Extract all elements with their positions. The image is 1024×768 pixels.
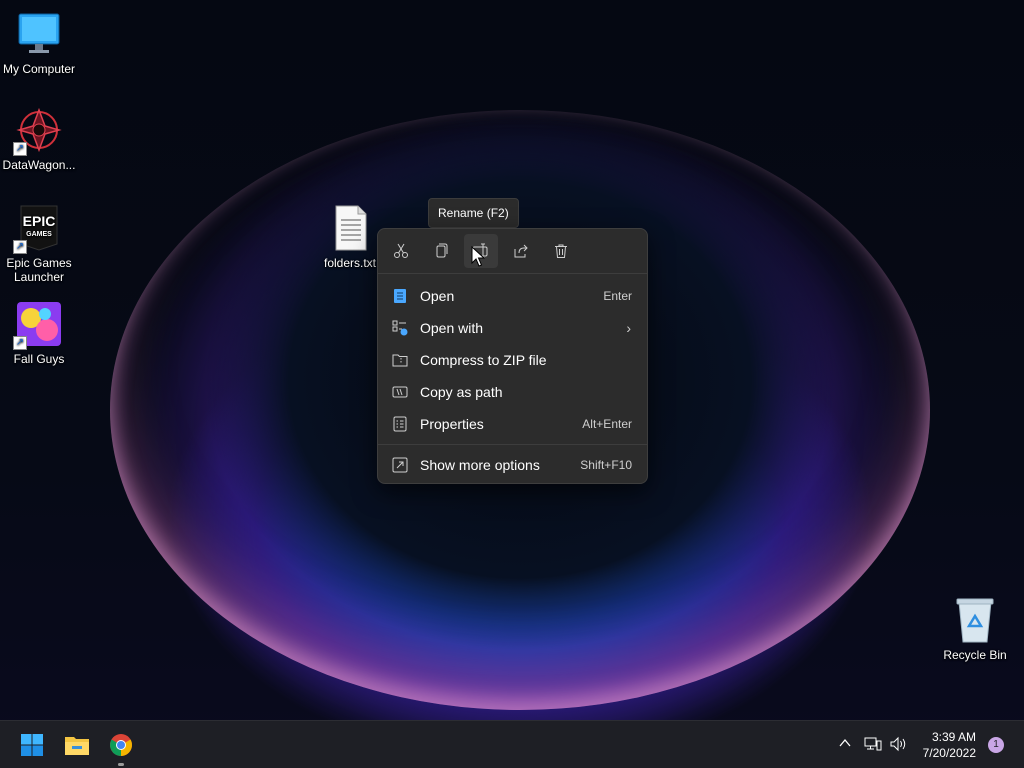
shortcut-arrow-icon: ↗ bbox=[13, 142, 27, 156]
chevron-right-icon: › bbox=[626, 320, 631, 336]
text-file-icon bbox=[326, 204, 374, 252]
desktop-icon-label: DataWagon... bbox=[2, 158, 76, 172]
menu-item-copy-as-path[interactable]: Copy as path bbox=[378, 376, 647, 408]
menu-item-label: Compress to ZIP file bbox=[420, 352, 547, 368]
datawagon-app-icon: ↗ bbox=[13, 106, 63, 156]
cut-button[interactable] bbox=[384, 234, 418, 268]
delete-button[interactable] bbox=[544, 234, 578, 268]
mouse-cursor-icon bbox=[471, 246, 485, 267]
shortcut-arrow-icon: ↗ bbox=[13, 336, 27, 350]
taskbar: 3:39 AM 7/20/2022 1 bbox=[0, 720, 1024, 768]
more-options-icon bbox=[392, 457, 408, 473]
fall-guys-icon: ↗ bbox=[13, 300, 63, 350]
menu-divider bbox=[378, 444, 647, 445]
menu-item-compress-zip[interactable]: Compress to ZIP file bbox=[378, 344, 647, 376]
notification-badge[interactable]: 1 bbox=[988, 737, 1004, 753]
taskbar-clock[interactable]: 3:39 AM 7/20/2022 bbox=[906, 729, 976, 761]
menu-item-label: Open with bbox=[420, 320, 484, 336]
desktop-icon-my-computer[interactable]: My Computer bbox=[1, 10, 77, 76]
menu-item-label: Properties bbox=[420, 416, 484, 432]
desktop-icon-recycle-bin[interactable]: Recycle Bin bbox=[937, 596, 1013, 662]
network-icon bbox=[864, 737, 882, 751]
menu-item-show-more-options[interactable]: Show more options Shift+F10 bbox=[378, 449, 647, 481]
menu-item-properties[interactable]: Properties Alt+Enter bbox=[378, 408, 647, 440]
desktop-icon-label-line1: Epic Games bbox=[6, 256, 72, 270]
open-with-icon bbox=[392, 320, 408, 336]
share-icon bbox=[514, 244, 528, 258]
scissors-icon bbox=[394, 243, 408, 258]
epic-logo-subtext: GAMES bbox=[26, 231, 52, 238]
rename-tooltip: Rename (F2) bbox=[428, 198, 519, 228]
network-button[interactable] bbox=[864, 736, 882, 757]
desktop: { "desktop": { "icons": [ {"label": "My … bbox=[0, 0, 1024, 768]
epic-games-icon: EPIC GAMES ↗ bbox=[13, 204, 63, 254]
windows-start-icon bbox=[21, 734, 43, 756]
chevron-up-icon bbox=[839, 738, 851, 747]
recycle-bin-icon bbox=[951, 596, 999, 644]
menu-item-shortcut: Shift+F10 bbox=[580, 458, 632, 472]
share-button[interactable] bbox=[504, 234, 538, 268]
context-menu: Open Enter Open with › Compress to ZIP f… bbox=[377, 228, 648, 484]
epic-logo-text: EPIC bbox=[23, 213, 56, 229]
properties-icon bbox=[392, 416, 408, 432]
menu-item-shortcut: Enter bbox=[603, 289, 632, 303]
monitor-icon bbox=[15, 10, 63, 58]
desktop-icon-label-line2: Launcher bbox=[13, 270, 65, 284]
copy-button[interactable] bbox=[424, 234, 458, 268]
folder-icon bbox=[65, 737, 89, 755]
shortcut-arrow-icon: ↗ bbox=[13, 240, 27, 254]
taskbar-file-explorer[interactable] bbox=[59, 727, 95, 763]
copy-path-icon bbox=[392, 384, 408, 400]
menu-item-label: Open bbox=[420, 288, 455, 304]
start-button[interactable] bbox=[14, 727, 50, 763]
clock-time: 3:39 AM bbox=[931, 730, 976, 744]
menu-item-label: Copy as path bbox=[420, 384, 503, 400]
clock-date: 7/20/2022 bbox=[922, 746, 976, 760]
desktop-icon-label: My Computer bbox=[2, 62, 76, 76]
context-menu-toolbar bbox=[378, 229, 647, 274]
trash-icon bbox=[555, 244, 567, 258]
desktop-icon-epic-games[interactable]: EPIC GAMES ↗ Epic Games Launcher bbox=[1, 204, 77, 284]
copy-icon bbox=[436, 243, 448, 258]
menu-item-open-with[interactable]: Open with › bbox=[378, 312, 647, 344]
desktop-icon-label: Recycle Bin bbox=[943, 648, 1007, 662]
running-indicator bbox=[118, 763, 124, 766]
menu-item-open[interactable]: Open Enter bbox=[378, 280, 647, 312]
menu-item-shortcut: Alt+Enter bbox=[582, 417, 632, 431]
desktop-icon-label: Fall Guys bbox=[13, 352, 65, 366]
menu-item-label: Show more options bbox=[420, 457, 540, 473]
desktop-icon-fall-guys[interactable]: ↗ Fall Guys bbox=[1, 300, 77, 366]
tray-overflow-button[interactable] bbox=[838, 736, 852, 755]
zip-folder-icon bbox=[392, 352, 408, 368]
taskbar-chrome[interactable] bbox=[103, 727, 139, 766]
desktop-icon-datawagon[interactable]: ↗ DataWagon... bbox=[1, 106, 77, 172]
open-doc-icon bbox=[392, 288, 408, 304]
chrome-icon bbox=[110, 734, 132, 756]
